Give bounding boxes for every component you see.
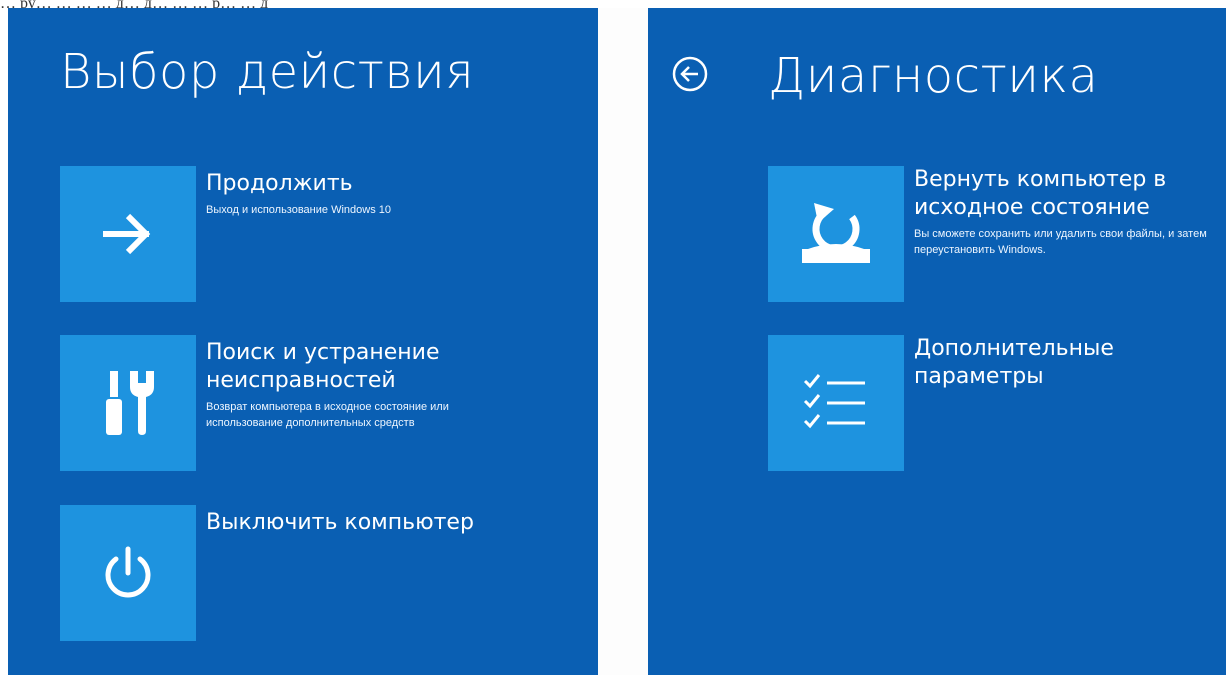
advanced-options-text: Дополнительные параметры (914, 335, 1214, 395)
shutdown-option[interactable]: Выключить компьютер (60, 505, 580, 641)
cropped-caption-text: … ру… … … … д… д… … … р… … д (0, 0, 1226, 8)
reset-pc-text: Вернуть компьютер в исходное состояние В… (914, 166, 1214, 258)
shutdown-text: Выключить компьютер (206, 509, 516, 541)
panel-separator (598, 8, 648, 675)
troubleshoot-title: Поиск и устранение неисправностей (206, 340, 440, 393)
troubleshoot-text: Поиск и устранение неисправностей Возвра… (206, 339, 516, 431)
continue-title: Продолжить (206, 171, 353, 196)
tools-icon (106, 371, 154, 435)
page-title: Диагностика (768, 48, 1099, 104)
screenshot-stage: … ру… … … … д… д… … … р… … д Выбор дейст… (0, 0, 1226, 675)
continue-option[interactable]: Продолжить Выход и использование Windows… (60, 166, 580, 302)
choose-action-screen: Выбор действия Продолжить Выход и исполь… (8, 8, 598, 675)
continue-description: Выход и использование Windows 10 (206, 204, 391, 216)
troubleshoot-tile[interactable] (60, 335, 196, 471)
checklist-icon (803, 374, 865, 429)
reset-pc-icon (802, 203, 870, 263)
page-title: Выбор действия (60, 44, 475, 100)
troubleshoot-description: Возврат компьютера в исходное состояние … (206, 401, 449, 429)
back-arrow-circle-icon (672, 56, 708, 92)
power-icon (105, 546, 151, 598)
continue-tile[interactable] (60, 166, 196, 302)
troubleshoot-option[interactable]: Поиск и устранение неисправностей Возвра… (60, 335, 580, 471)
back-button[interactable] (670, 54, 710, 94)
shutdown-tile[interactable] (60, 505, 196, 641)
continue-text: Продолжить Выход и использование Windows… (206, 170, 516, 218)
reset-pc-tile[interactable] (768, 166, 904, 302)
troubleshoot-screen: Диагностика Вернуть компьютер в исходное… (648, 8, 1226, 675)
advanced-options-title: Дополнительные параметры (914, 336, 1114, 389)
arrow-right-icon (103, 213, 151, 255)
advanced-options-tile[interactable] (768, 335, 904, 471)
reset-pc-description: Вы сможете сохранить или удалить свои фа… (914, 228, 1207, 256)
shutdown-title: Выключить компьютер (206, 510, 474, 535)
reset-pc-title: Вернуть компьютер в исходное состояние (914, 167, 1167, 220)
advanced-options-option[interactable]: Дополнительные параметры (768, 335, 1218, 471)
reset-pc-option[interactable]: Вернуть компьютер в исходное состояние В… (768, 166, 1218, 302)
